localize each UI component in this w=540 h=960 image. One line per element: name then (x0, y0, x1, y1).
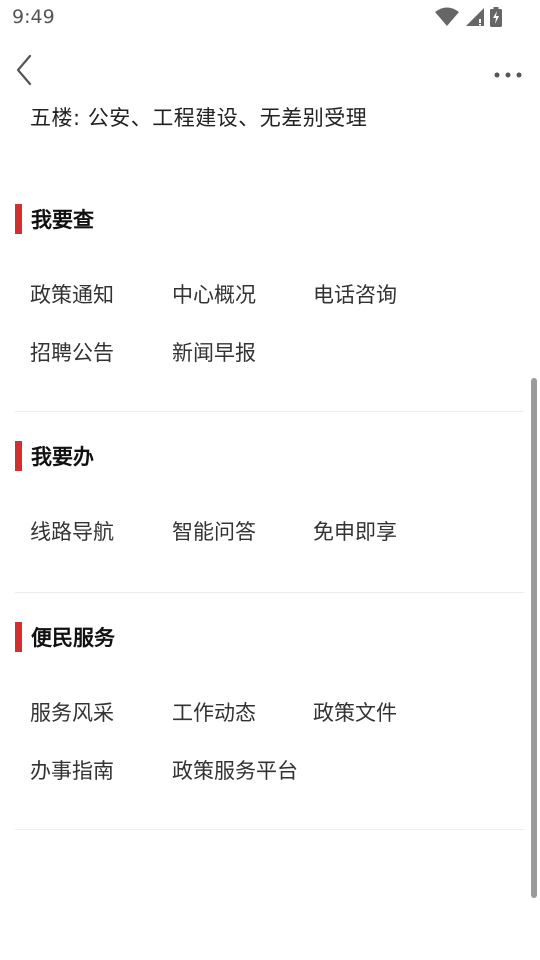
link-route-navigation[interactable]: 线路导航 (30, 516, 114, 546)
link-work-updates[interactable]: 工作动态 (172, 697, 256, 727)
section-divider (15, 829, 524, 830)
floor-info-text: 五楼: 公安、工程建设、无差别受理 (30, 106, 368, 130)
link-policy-notice[interactable]: 政策通知 (30, 279, 114, 309)
section-header: 便民服务 (15, 622, 115, 652)
section-accent-bar (15, 204, 22, 234)
link-policy-service-platform[interactable]: 政策服务平台 (172, 755, 298, 785)
chevron-left-icon (14, 54, 34, 90)
link-service-guide[interactable]: 办事指南 (30, 755, 114, 785)
section-header: 我要查 (15, 204, 94, 234)
section-divider (15, 592, 524, 593)
status-icons (434, 7, 502, 31)
section-divider (15, 411, 524, 412)
battery-charging-icon (490, 7, 502, 31)
section-accent-bar (15, 441, 22, 471)
link-center-overview[interactable]: 中心概况 (172, 279, 256, 309)
back-button[interactable] (6, 52, 42, 92)
link-recruitment[interactable]: 招聘公告 (30, 337, 114, 367)
status-bar: 9:49 (0, 0, 540, 36)
link-service-showcase[interactable]: 服务风采 (30, 697, 114, 727)
link-no-apply-benefits[interactable]: 免申即享 (313, 516, 397, 546)
link-policy-documents[interactable]: 政策文件 (313, 697, 397, 727)
link-smart-qa[interactable]: 智能问答 (172, 516, 256, 546)
more-horizontal-icon (494, 63, 522, 82)
link-morning-news[interactable]: 新闻早报 (172, 337, 256, 367)
link-phone-consult[interactable]: 电话咨询 (313, 279, 397, 309)
app-bar (0, 40, 540, 104)
section-title: 我要查 (31, 208, 94, 232)
cell-signal-icon (464, 7, 486, 31)
vertical-scrollbar[interactable] (531, 378, 537, 898)
section-title: 我要办 (31, 445, 94, 469)
status-time: 9:49 (12, 6, 55, 28)
section-title: 便民服务 (31, 626, 115, 650)
wifi-icon (434, 7, 460, 31)
more-options-button[interactable] (490, 56, 526, 88)
section-accent-bar (15, 622, 22, 652)
section-header: 我要办 (15, 441, 94, 471)
